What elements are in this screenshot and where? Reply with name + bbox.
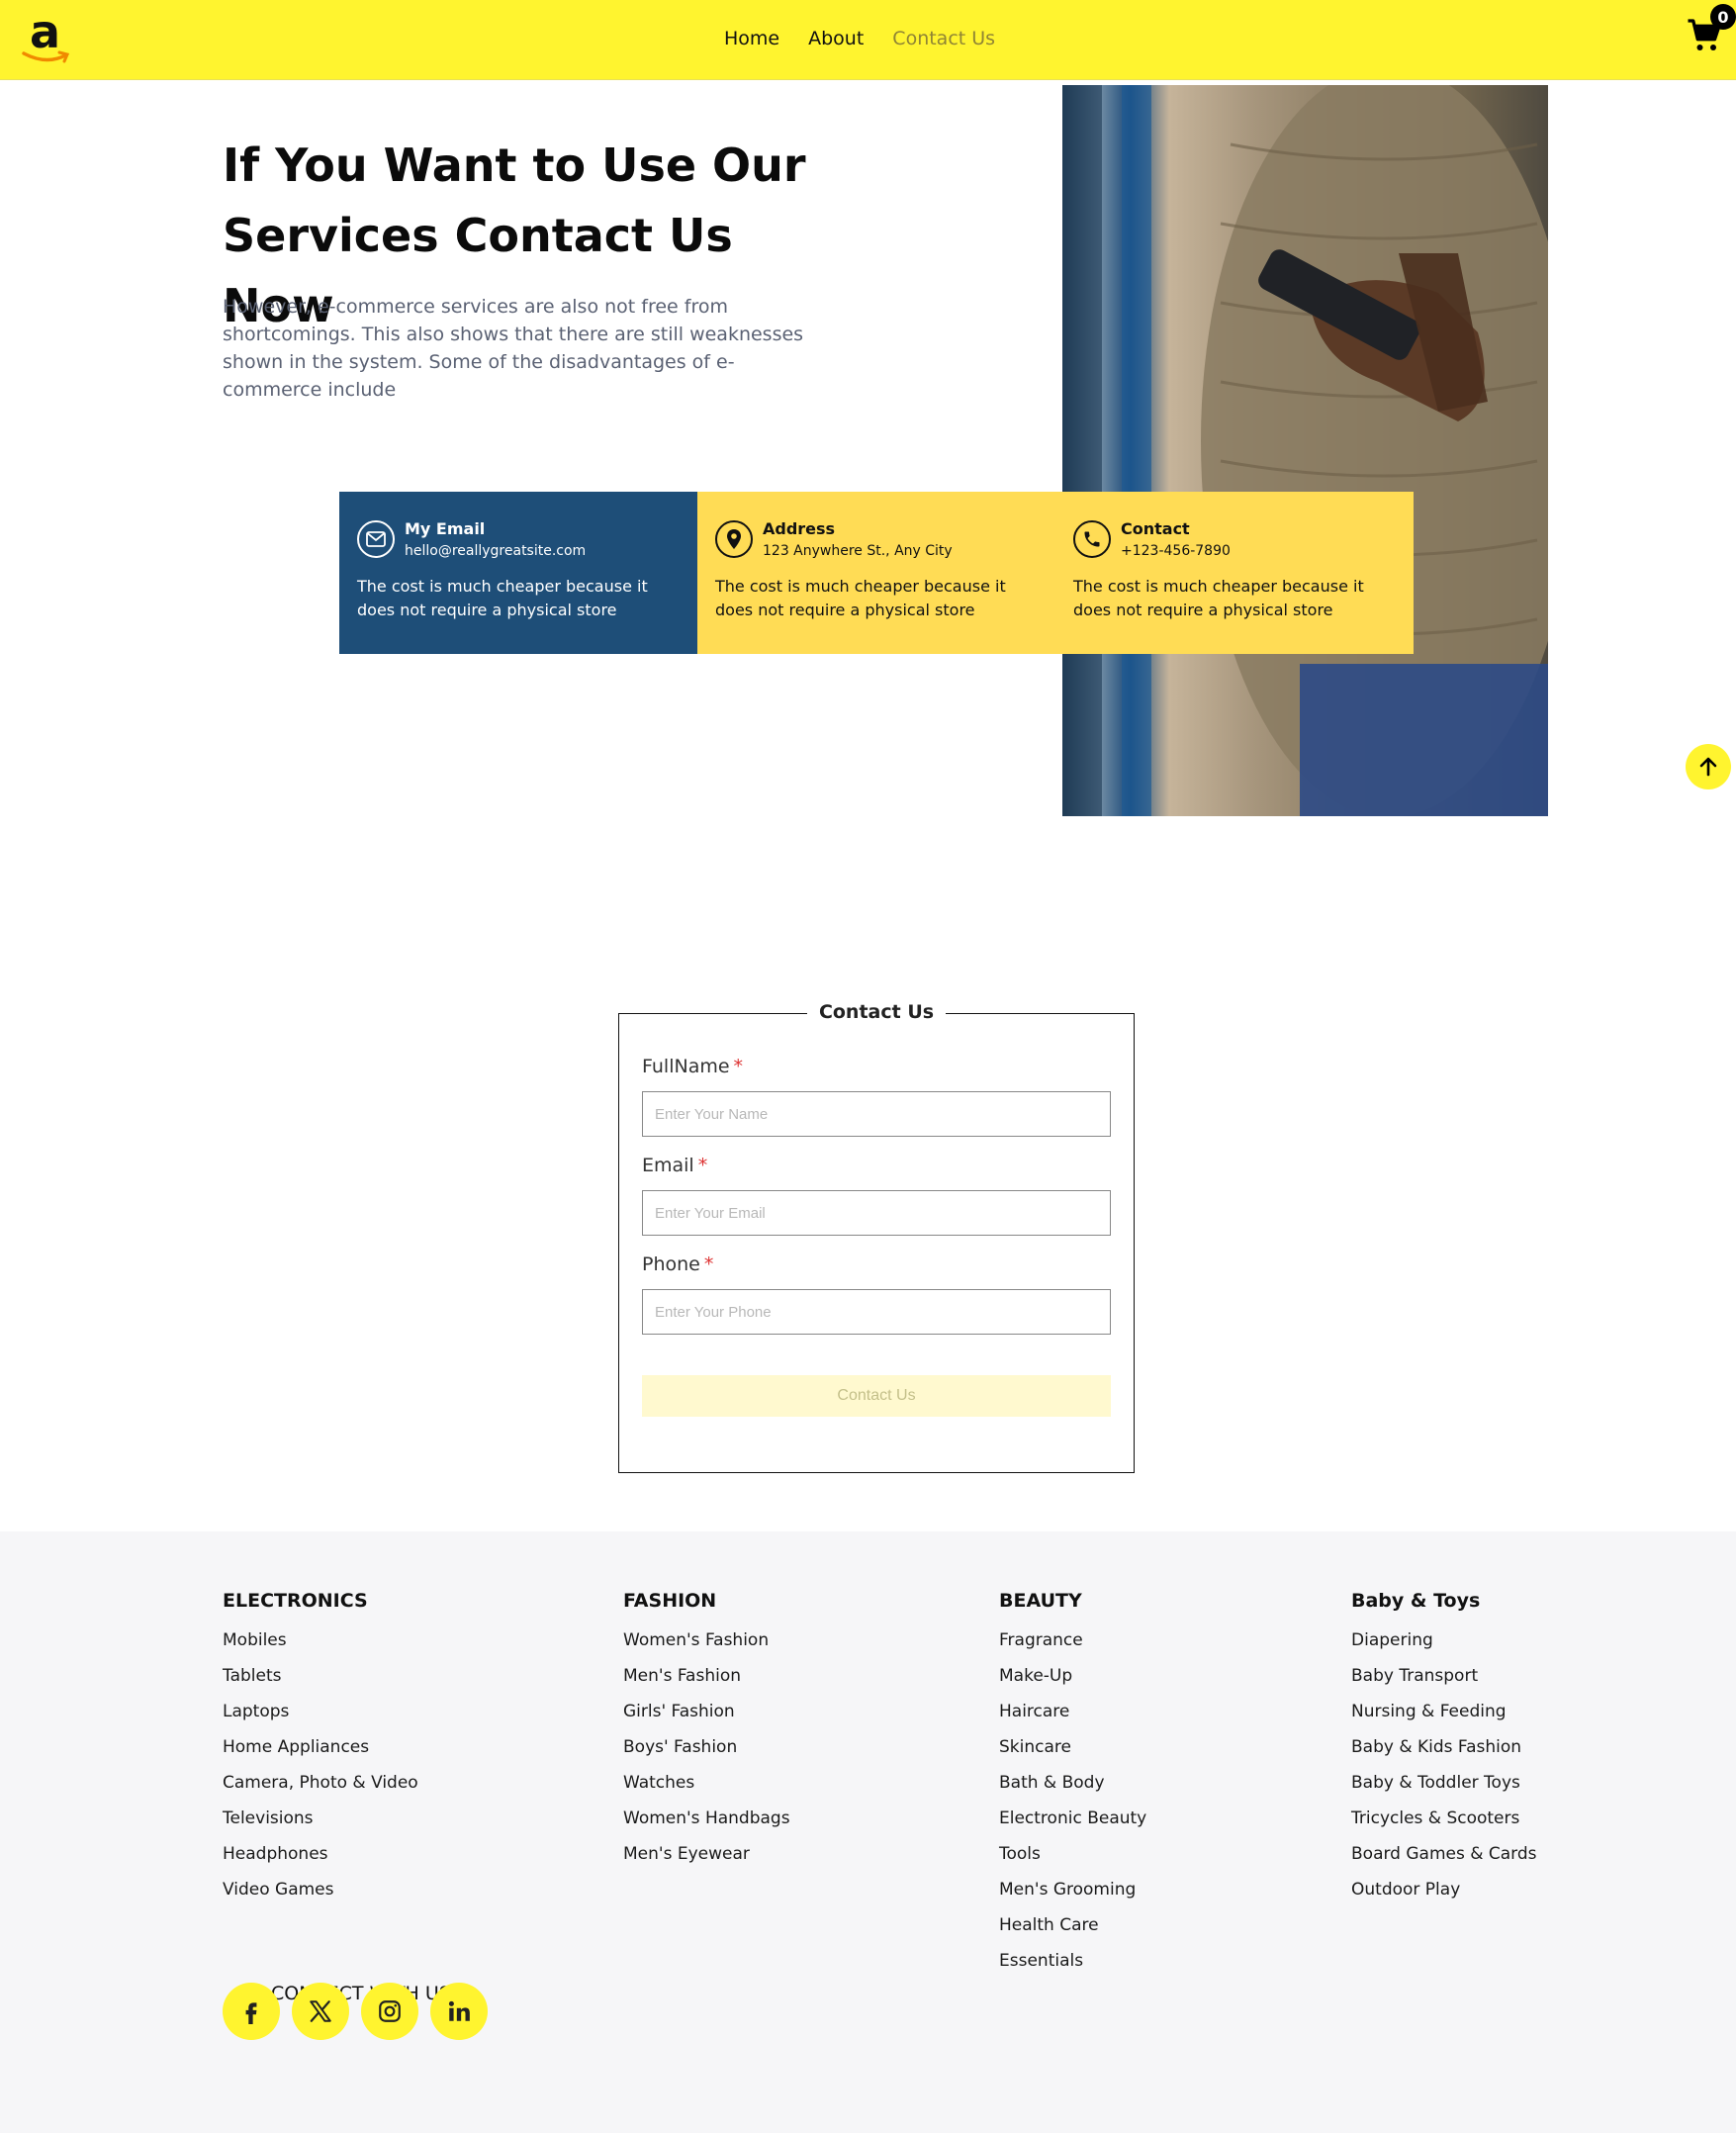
contact-us-submit-button[interactable]: Contact Us (642, 1375, 1111, 1417)
footer-link[interactable]: Baby Transport (1351, 1658, 1537, 1694)
footer-link[interactable]: Diapering (1351, 1623, 1537, 1658)
footer-link[interactable]: Baby & Toddler Toys (1351, 1765, 1537, 1801)
footer-column-baby-toys: Baby & Toys Diapering Baby Transport Nur… (1351, 1589, 1537, 1907)
footer-link[interactable]: Make-Up (999, 1658, 1146, 1694)
top-header: a Home About Contact Us 0 (0, 0, 1736, 80)
footer-link[interactable]: Haircare (999, 1694, 1146, 1729)
footer-link[interactable]: Electronic Beauty (999, 1801, 1146, 1836)
footer-link[interactable]: Essentials (999, 1943, 1146, 1979)
card-title: Address (763, 519, 836, 538)
footer-link[interactable]: Laptops (223, 1694, 418, 1729)
footer-link[interactable]: Tricycles & Scooters (1351, 1801, 1537, 1836)
instagram-icon[interactable] (361, 1983, 418, 2040)
footer-link[interactable]: Mobiles (223, 1623, 418, 1658)
email-card: My Email hello@reallygreatsite.com The c… (339, 492, 697, 654)
footer-link[interactable]: Men's Eyewear (623, 1836, 790, 1872)
footer-link[interactable]: Boys' Fashion (623, 1729, 790, 1765)
fullname-input[interactable] (642, 1091, 1111, 1137)
street-address: 123 Anywhere St., Any City (763, 543, 953, 559)
social-links (223, 1983, 488, 2040)
footer-link[interactable]: Bath & Body (999, 1765, 1146, 1801)
footer-link[interactable]: Nursing & Feeding (1351, 1694, 1537, 1729)
nav-contact-us[interactable]: Contact Us (892, 28, 995, 49)
site-footer: ELECTRONICS Mobiles Tablets Laptops Home… (0, 1531, 1736, 2133)
footer-link[interactable]: Women's Fashion (623, 1623, 790, 1658)
contact-info-cards: My Email hello@reallygreatsite.com The c… (339, 492, 1415, 654)
footer-link[interactable]: Health Care (999, 1907, 1146, 1943)
email-address[interactable]: hello@reallygreatsite.com (405, 541, 586, 561)
card-text: The cost is much cheaper because it does… (1073, 577, 1364, 619)
footer-link[interactable]: Video Games (223, 1872, 418, 1907)
phone-input[interactable] (642, 1289, 1111, 1335)
footer-column-title: ELECTRONICS (223, 1590, 368, 1612)
card-text: The cost is much cheaper because it does… (715, 577, 1006, 619)
footer-link[interactable]: Women's Handbags (623, 1801, 790, 1836)
footer-link[interactable]: Outdoor Play (1351, 1872, 1537, 1907)
phone-card: Contact +123-456-7890 The cost is much c… (1055, 492, 1414, 654)
main-nav: Home About Contact Us (724, 28, 995, 49)
cart-count-badge: 0 (1710, 4, 1736, 30)
facebook-icon[interactable] (223, 1983, 280, 2040)
hero-description: However, e-commerce services are also no… (223, 296, 804, 401)
footer-link[interactable]: Tools (999, 1836, 1146, 1872)
footer-column-beauty: BEAUTY Fragrance Make-Up Haircare Skinca… (999, 1589, 1146, 1979)
footer-link[interactable]: Skincare (999, 1729, 1146, 1765)
mail-icon (357, 520, 395, 558)
card-title: Contact (1121, 519, 1190, 538)
card-title: My Email (405, 519, 486, 538)
footer-link[interactable]: Fragrance (999, 1623, 1146, 1658)
nav-about[interactable]: About (808, 28, 864, 49)
footer-link[interactable]: Camera, Photo & Video (223, 1765, 418, 1801)
amazon-logo[interactable]: a (22, 6, 73, 67)
footer-link[interactable]: Men's Fashion (623, 1658, 790, 1694)
nav-home[interactable]: Home (724, 28, 779, 49)
arrow-up-icon (1699, 757, 1717, 777)
hero-image-person-with-phone (1062, 85, 1548, 816)
phone-label: Phone * (642, 1253, 714, 1275)
email-label: Email * (642, 1155, 708, 1176)
form-legend: Contact Us (806, 1001, 947, 1023)
contact-form: Contact Us FullName* Email* Phone* Conta… (618, 1001, 1135, 1473)
footer-column-fashion: FASHION Women's Fashion Men's Fashion Gi… (623, 1589, 790, 1872)
footer-link[interactable]: Tablets (223, 1658, 418, 1694)
footer-link[interactable]: Watches (623, 1765, 790, 1801)
footer-column-title: BEAUTY (999, 1590, 1082, 1612)
footer-column-title: Baby & Toys (1351, 1590, 1481, 1612)
phone-number[interactable]: +123-456-7890 (1121, 541, 1231, 561)
phone-icon (1073, 520, 1111, 558)
footer-link[interactable]: Headphones (223, 1836, 418, 1872)
scroll-to-top-button[interactable] (1686, 744, 1731, 789)
x-icon[interactable] (292, 1983, 349, 2040)
card-text: The cost is much cheaper because it does… (357, 577, 648, 619)
footer-column-electronics: ELECTRONICS Mobiles Tablets Laptops Home… (223, 1589, 418, 1907)
footer-link[interactable]: Televisions (223, 1801, 418, 1836)
email-input[interactable] (642, 1190, 1111, 1236)
footer-link[interactable]: Men's Grooming (999, 1872, 1146, 1907)
footer-link[interactable]: Home Appliances (223, 1729, 418, 1765)
footer-column-title: FASHION (623, 1590, 717, 1612)
address-card: Address 123 Anywhere St., Any City The c… (697, 492, 1055, 654)
logo-smile-icon (22, 50, 70, 63)
fullname-label: FullName * (642, 1056, 744, 1077)
footer-link[interactable]: Baby & Kids Fashion (1351, 1729, 1537, 1765)
location-pin-icon (715, 520, 753, 558)
footer-link[interactable]: Board Games & Cards (1351, 1836, 1537, 1872)
linkedin-icon[interactable] (430, 1983, 488, 2040)
footer-link[interactable]: Girls' Fashion (623, 1694, 790, 1729)
